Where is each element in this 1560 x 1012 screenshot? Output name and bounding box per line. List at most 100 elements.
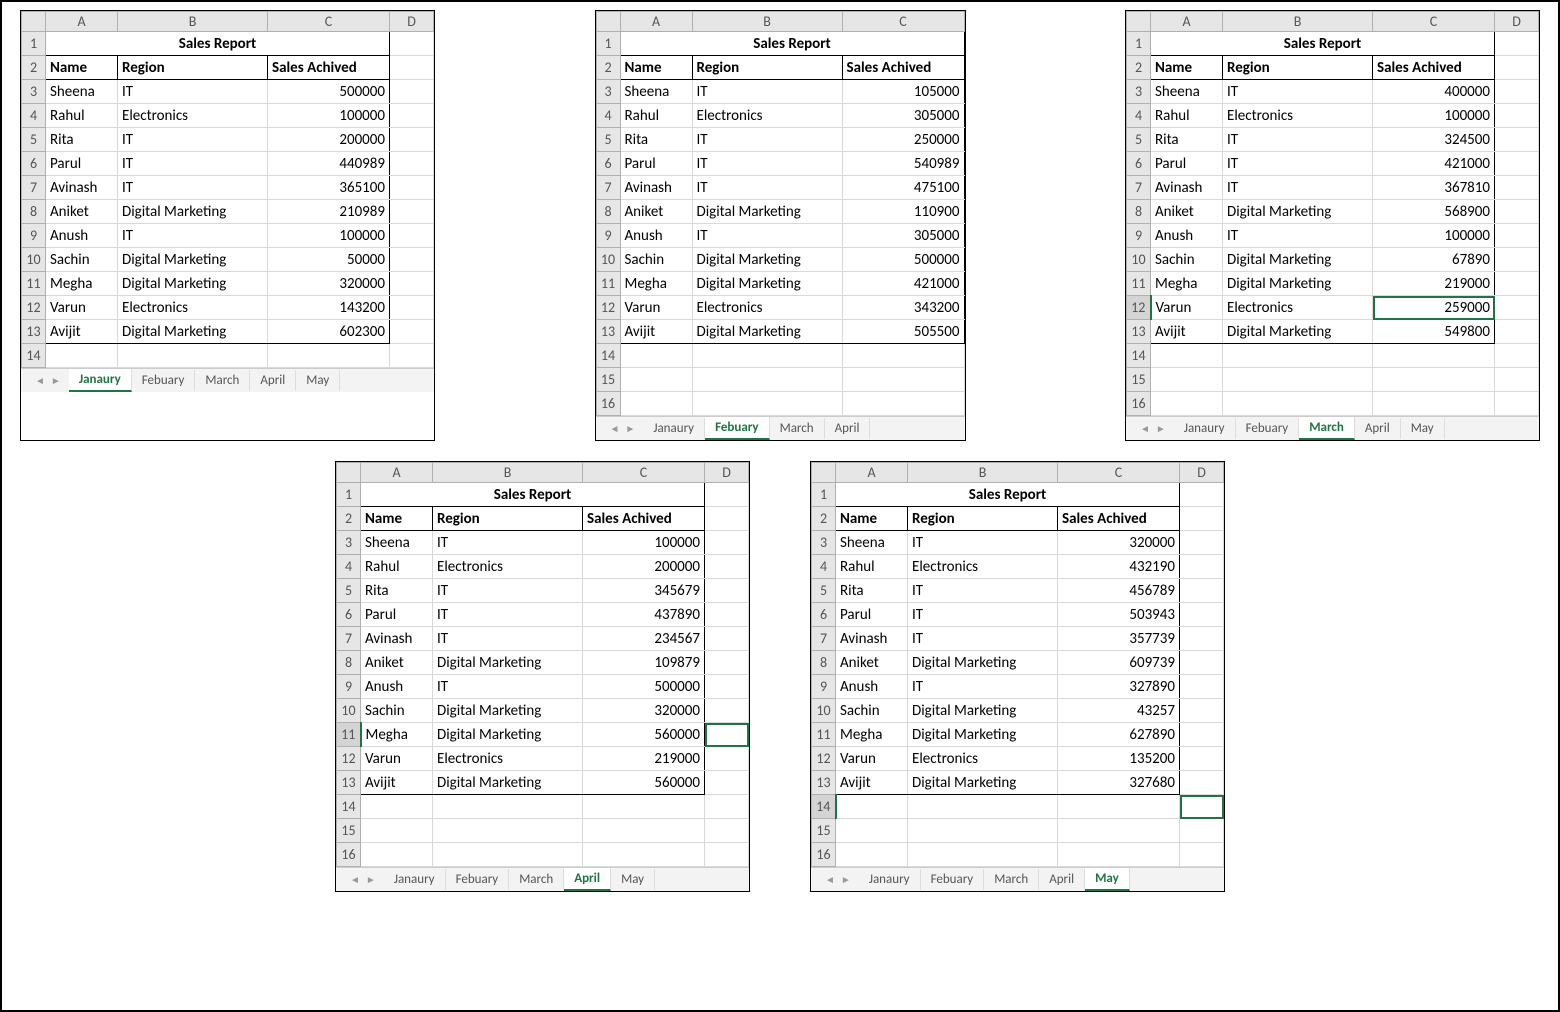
cell-name[interactable]: Rahul [1151, 104, 1223, 128]
row-header-5[interactable]: 5 [337, 579, 361, 603]
cell-name[interactable]: Varun [620, 296, 692, 320]
cell-A15[interactable] [836, 819, 908, 843]
cell-D11[interactable] [390, 272, 434, 296]
cell-sales[interactable]: 110900 [842, 200, 964, 224]
cell-sales[interactable]: 43257 [1058, 699, 1180, 723]
cell-sales[interactable]: 305000 [842, 104, 964, 128]
cell-name[interactable]: Rita [46, 128, 118, 152]
cell-region[interactable]: Digital Marketing [118, 320, 268, 344]
cell-region[interactable]: Electronics [908, 555, 1058, 579]
cell-region[interactable]: Digital Marketing [433, 723, 583, 747]
sheet-tab-march[interactable]: March [195, 370, 250, 391]
cell-C16[interactable] [842, 392, 964, 416]
cell-sales[interactable]: 440989 [268, 152, 390, 176]
sheet-tab-janaury[interactable]: Janaury [384, 869, 446, 890]
cell-sales[interactable]: 421000 [1373, 152, 1495, 176]
sheet-tab-febuary[interactable]: Febuary [132, 370, 196, 391]
cell-A16[interactable] [1151, 392, 1223, 416]
cell-D15[interactable] [705, 819, 749, 843]
cell-A14[interactable] [620, 344, 692, 368]
row-header-14[interactable]: 14 [596, 344, 620, 368]
row-header-11[interactable]: 11 [337, 723, 361, 747]
cell-region[interactable]: Electronics [1223, 104, 1373, 128]
cell-D4[interactable] [705, 555, 749, 579]
cell-sales[interactable]: 67890 [1373, 248, 1495, 272]
row-header-4[interactable]: 4 [337, 555, 361, 579]
cell-region[interactable]: IT [1223, 128, 1373, 152]
cell-D2[interactable] [1180, 507, 1224, 531]
cell-sales[interactable]: 627890 [1058, 723, 1180, 747]
cell-name[interactable]: Rahul [361, 555, 433, 579]
cell-name[interactable]: Avijit [1151, 320, 1223, 344]
cell-region[interactable]: Digital Marketing [1223, 200, 1373, 224]
cell-D3[interactable] [1180, 531, 1224, 555]
col-header-A[interactable]: A [620, 12, 692, 32]
sheet-tab-febuary[interactable]: Febuary [446, 869, 510, 890]
cell-sales[interactable]: 357739 [1058, 627, 1180, 651]
tab-nav-arrows[interactable]: ◄► [27, 374, 69, 387]
cell-name[interactable]: Varun [46, 296, 118, 320]
cell-name[interactable]: Rita [836, 579, 908, 603]
cell-A14[interactable] [46, 344, 118, 368]
cell-C16[interactable] [1373, 392, 1495, 416]
cell-C14[interactable] [1058, 795, 1180, 819]
row-header-12[interactable]: 12 [1127, 296, 1151, 320]
cell-D6[interactable] [705, 603, 749, 627]
cell-D3[interactable] [705, 531, 749, 555]
cell-sales[interactable]: 367810 [1373, 176, 1495, 200]
cell-C15[interactable] [1373, 368, 1495, 392]
row-header-13[interactable]: 13 [812, 771, 836, 795]
cell-D9[interactable] [1495, 224, 1539, 248]
cell-region[interactable]: Digital Marketing [433, 771, 583, 795]
cell-sales[interactable]: 505500 [842, 320, 964, 344]
cell-D12[interactable] [390, 296, 434, 320]
cell-name[interactable]: Avijit [361, 771, 433, 795]
cell-name[interactable]: Avinash [361, 627, 433, 651]
cell-B14[interactable] [118, 344, 268, 368]
cell-name[interactable]: Sachin [46, 248, 118, 272]
cell-sales[interactable]: 540989 [842, 152, 964, 176]
cell-region[interactable]: IT [908, 675, 1058, 699]
cell-name[interactable]: Anush [836, 675, 908, 699]
cell-sales[interactable]: 421000 [842, 272, 964, 296]
cell-D9[interactable] [705, 675, 749, 699]
cell-D10[interactable] [1180, 699, 1224, 723]
row-header-16[interactable]: 16 [337, 843, 361, 867]
cell-region[interactable]: Digital Marketing [1223, 248, 1373, 272]
cell-D4[interactable] [390, 104, 434, 128]
cell-region[interactable]: Digital Marketing [118, 272, 268, 296]
cell-name[interactable]: Rita [361, 579, 433, 603]
sheet-tab-janaury[interactable]: Janaury [643, 418, 705, 439]
cell-D5[interactable] [390, 128, 434, 152]
cell-sales[interactable]: 210989 [268, 200, 390, 224]
cell-name[interactable]: Aniket [46, 200, 118, 224]
col-header-C[interactable]: C [1058, 463, 1180, 483]
cell-D12[interactable] [1495, 296, 1539, 320]
row-header-7[interactable]: 7 [337, 627, 361, 651]
row-header-3[interactable]: 3 [22, 80, 46, 104]
cell-region[interactable]: IT [692, 224, 842, 248]
row-header-1[interactable]: 1 [22, 32, 46, 56]
cell-region[interactable]: Digital Marketing [692, 200, 842, 224]
cell-region[interactable]: IT [692, 128, 842, 152]
cell-region[interactable]: Electronics [1223, 296, 1373, 320]
row-header-7[interactable]: 7 [22, 176, 46, 200]
sheet-tab-march[interactable]: March [1299, 417, 1355, 440]
sheet-tab-may[interactable]: May [1085, 868, 1130, 891]
row-header-3[interactable]: 3 [337, 531, 361, 555]
cell-region[interactable]: Digital Marketing [908, 651, 1058, 675]
cell-D2[interactable] [1495, 56, 1539, 80]
cell-D16[interactable] [1180, 843, 1224, 867]
cell-D5[interactable] [1180, 579, 1224, 603]
col-header-D[interactable]: D [390, 12, 434, 32]
cell-D10[interactable] [1495, 248, 1539, 272]
cell-sales[interactable]: 560000 [583, 723, 705, 747]
select-all-corner[interactable] [337, 463, 361, 483]
cell-region[interactable]: Digital Marketing [1223, 272, 1373, 296]
row-header-12[interactable]: 12 [596, 296, 620, 320]
cell-sales[interactable]: 327890 [1058, 675, 1180, 699]
row-header-15[interactable]: 15 [596, 368, 620, 392]
cell-D15[interactable] [1180, 819, 1224, 843]
cell-name[interactable]: Sachin [620, 248, 692, 272]
row-header-10[interactable]: 10 [812, 699, 836, 723]
